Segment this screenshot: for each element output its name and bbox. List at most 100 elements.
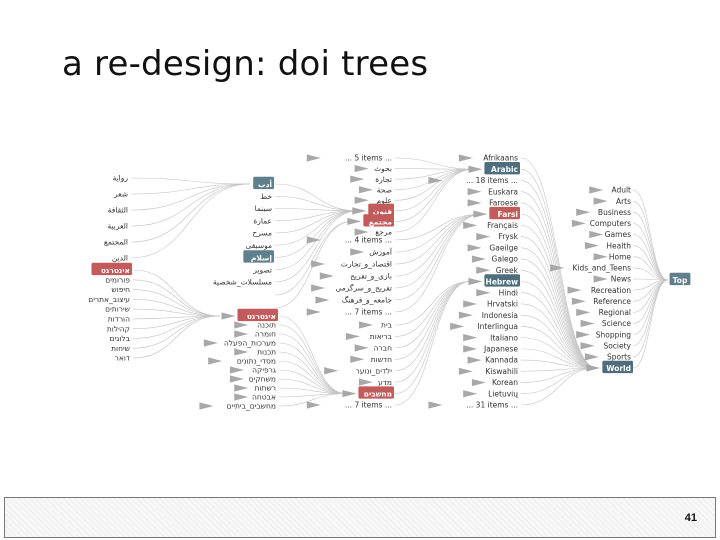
world-lang-italiano[interactable]: Italiano [490,333,518,342]
world-lang-lietuvi[interactable]: Lietuvių [488,389,518,398]
internet-child-6[interactable]: קהילות [107,324,130,333]
world-lang-farsi[interactable]: Farsi [498,210,518,219]
internet-child-7[interactable]: בלוגים [110,334,131,343]
computers-child-7[interactable]: משחקים [249,375,276,384]
farsi-child-3[interactable]: بازی_و_تفریح [350,272,392,281]
category-computers[interactable]: Computers [590,219,631,228]
internet-child-5[interactable]: הורדות [108,315,130,324]
computers-child-9[interactable]: אבטחה [252,393,276,402]
funun-child-1[interactable]: خط [260,192,272,201]
node-top[interactable]: Top [673,276,688,285]
farsi-child-1[interactable]: آموزش [369,247,393,257]
category-news[interactable]: News [611,275,631,284]
category-business[interactable]: Business [598,208,631,217]
hebrew-child-4[interactable]: ילדים_ונוער [356,366,393,375]
world-lang-korean[interactable]: Korean [492,378,518,387]
computers-child-1[interactable]: תוכנה [257,321,276,330]
computers-child-2[interactable]: חומרה [255,330,276,339]
category-sports[interactable]: Sports [607,353,631,362]
funun-child-7[interactable]: تصوير [252,265,272,274]
computers-child-10[interactable]: מחשבים_ביתיים [227,402,276,411]
expand-arrow-icon [467,199,482,207]
world-lang-hebrew[interactable]: Hebrew [486,277,519,286]
world-lang-japanese[interactable]: Japanese [483,344,518,353]
funun-child-4[interactable]: مسرح [252,229,272,238]
funun-child-5[interactable]: موسيقى [246,241,272,250]
arabic-child-2[interactable]: تجارة [375,175,392,184]
farsi-child-5[interactable]: جامعه_و_فرهنگ [342,296,393,305]
adab-child-2[interactable]: الثقافة [108,206,128,215]
arabic-child-6[interactable]: مجتمع [369,217,393,226]
category-arts[interactable]: Arts [616,197,631,206]
funun-child-2[interactable]: سينما [255,204,272,213]
world-lang-kannada[interactable]: Kannada [485,356,518,365]
category-world[interactable]: World [606,364,631,373]
world-lang-interlingua[interactable]: Interlingua [477,322,518,331]
computers-child-8[interactable]: רשתות [255,384,276,393]
hebrew-child-2[interactable]: חברה [374,343,392,352]
funun-child-3[interactable]: عمارة [253,216,272,225]
category-shopping[interactable]: Shopping [596,330,631,339]
adab-child-5[interactable]: الدين [112,254,128,263]
world-lang-arabic[interactable]: Arabic [491,165,518,174]
world-lang-greek[interactable]: Greek [496,266,519,275]
category-society[interactable]: Society [603,341,631,350]
farsi-child-4[interactable]: تفریح_و_سرگرمی [336,284,392,293]
world-lang-euskara[interactable]: Euskara [488,187,518,196]
farsi-child-2[interactable]: اقتصاد_و_تجارت [341,260,392,269]
hebrew-child-7[interactable]: ... 7 items ... [345,401,392,410]
hebrew-child-6[interactable]: מחשבים [364,390,392,399]
computers-child-4[interactable]: תכנות [257,348,276,357]
arabic-child-1[interactable]: بحوث [374,164,392,173]
world-lang-kiswahili[interactable]: Kiswahili [485,367,518,376]
adab-child-4[interactable]: المجتمع [104,238,128,247]
world-lang-hrvatski[interactable]: Hrvatski [487,300,518,309]
category-adult[interactable]: Adult [611,186,631,195]
world-lang-31-items[interactable]: ... 31 items ... [466,401,518,410]
category-recreation[interactable]: Recreation [591,286,631,295]
world-lang-frysk[interactable]: Frysk [498,232,518,241]
internet-child-3[interactable]: עיצוב_אתרים [88,295,130,304]
funun-child-8[interactable]: مسلسلات_شخصية [213,278,272,287]
internet-child-4[interactable]: שירותים [105,305,130,314]
world-lang-fran-ais[interactable]: Français [487,221,518,230]
category-home[interactable]: Home [609,252,632,261]
world-lang-faroese[interactable]: Faroese [489,199,518,208]
arabic-child-3[interactable]: صحة [377,185,392,194]
internet-child-0[interactable]: אינטרנט [101,266,130,275]
hebrew-child-5[interactable]: מדע [378,378,392,387]
category-regional[interactable]: Regional [599,308,631,317]
internet-child-2[interactable]: חיפוש [111,285,130,294]
arabic-child-0[interactable]: ... 5 items ... [345,154,392,163]
funun-child-0[interactable]: أدب [258,179,272,189]
internet-child-1[interactable]: פורומים [105,275,130,284]
hebrew-child-0[interactable]: בית [381,321,393,330]
world-lang-hindi[interactable]: Hindi [499,288,518,297]
category-reference[interactable]: Reference [593,297,631,306]
computers-child-0[interactable]: אינטרנט [247,312,276,321]
arabic-child-4[interactable]: علوم [377,196,392,205]
hebrew-child-1[interactable]: בריאות [370,332,393,341]
world-lang-indonesia[interactable]: Indonesia [482,311,518,320]
farsi-child-0[interactable]: ... 4 items ... [345,236,392,245]
computers-child-6[interactable]: גרפיקה [252,366,276,375]
computers-child-5[interactable]: מסדי_נתונים [237,357,276,366]
adab-child-0[interactable]: رواية [113,174,129,183]
funun-child-6[interactable]: إسلام [251,253,272,262]
farsi-child-6[interactable]: ... 7 items ... [345,308,392,317]
internet-child-8[interactable]: שיחות [111,344,130,353]
category-games[interactable]: Games [605,230,631,239]
expand-arrow-icon [589,186,604,194]
world-lang-18-items[interactable]: ... 18 items ... [466,176,518,185]
adab-child-3[interactable]: العربية [108,222,129,231]
category-health[interactable]: Health [606,241,631,250]
category-kids-and-teens[interactable]: Kids_and_Teens [573,264,632,273]
hebrew-child-3[interactable]: חדשות [371,355,392,364]
computers-child-3[interactable]: מערכות_הפעלה [224,339,276,348]
world-lang-afrikaans[interactable]: Afrikaans [483,154,518,163]
world-lang-galego[interactable]: Galego [492,255,519,264]
internet-child-9[interactable]: דואר [115,354,130,363]
world-lang-gaeilge[interactable]: Gaeilge [489,243,518,252]
adab-child-1[interactable]: شعر [113,190,128,199]
category-science[interactable]: Science [602,319,631,328]
